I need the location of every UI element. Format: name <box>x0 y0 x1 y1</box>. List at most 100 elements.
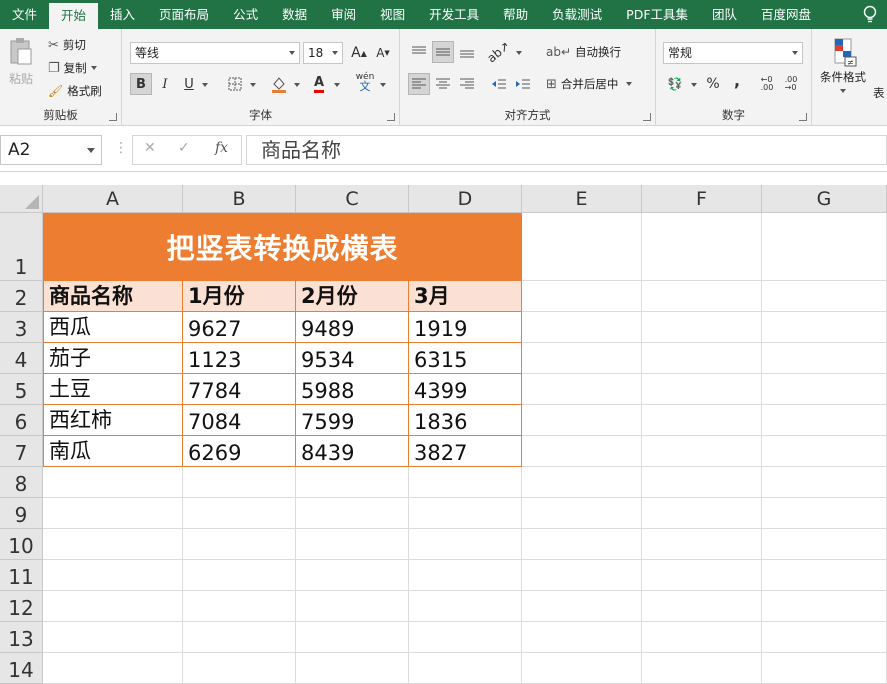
cell[interactable] <box>762 281 887 312</box>
cell[interactable] <box>642 281 762 312</box>
menu-tab-0[interactable]: 文件 <box>0 0 49 29</box>
table-data-cell[interactable]: 西红柿 <box>43 405 183 436</box>
table-header-cell[interactable]: 2月份 <box>296 281 409 312</box>
decrease-indent-button[interactable] <box>488 73 510 95</box>
font-color-dropdown-icon[interactable] <box>334 83 340 87</box>
drag-handle-icon[interactable]: ⋮ <box>114 140 128 156</box>
row-header-7[interactable]: 7 <box>0 436 43 467</box>
row-header-14[interactable]: 14 <box>0 653 43 684</box>
cell[interactable] <box>296 498 409 529</box>
cell[interactable] <box>762 343 887 374</box>
row-header-10[interactable]: 10 <box>0 529 43 560</box>
confirm-icon[interactable]: ✓ <box>178 140 190 156</box>
cell[interactable] <box>762 529 887 560</box>
table-header-cell[interactable]: 1月份 <box>183 281 296 312</box>
align-top-button[interactable] <box>408 41 430 63</box>
cell[interactable] <box>522 498 642 529</box>
cell[interactable] <box>183 653 296 684</box>
row-header-9[interactable]: 9 <box>0 498 43 529</box>
cell[interactable] <box>183 529 296 560</box>
wrap-text-button[interactable]: ab↵ 自动换行 <box>546 44 621 60</box>
format-painter-button[interactable]: 🖌 格式刷 <box>48 83 102 99</box>
row-header-4[interactable]: 4 <box>0 343 43 374</box>
cell[interactable] <box>522 653 642 684</box>
align-right-button[interactable] <box>456 73 478 95</box>
cell[interactable] <box>183 498 296 529</box>
conditional-format-button[interactable]: ≠ 条件格式 <box>820 37 866 93</box>
cell[interactable] <box>762 374 887 405</box>
cell[interactable] <box>642 436 762 467</box>
decrease-font-button[interactable]: A ▼ <box>372 42 394 64</box>
column-header-c[interactable]: C <box>296 185 409 213</box>
cell[interactable] <box>642 560 762 591</box>
cell[interactable] <box>642 498 762 529</box>
increase-font-button[interactable]: A ▲ <box>348 42 370 64</box>
row-header-6[interactable]: 6 <box>0 405 43 436</box>
table-data-cell[interactable]: 4399 <box>409 374 522 405</box>
phonetic-button[interactable]: wén 文 <box>354 71 376 93</box>
name-box[interactable]: A2 <box>0 135 102 165</box>
table-data-cell[interactable]: 7084 <box>183 405 296 436</box>
cell[interactable] <box>762 405 887 436</box>
cell[interactable] <box>522 374 642 405</box>
table-data-cell[interactable]: 南瓜 <box>43 436 183 467</box>
cell[interactable] <box>522 467 642 498</box>
cell[interactable] <box>642 467 762 498</box>
table-header-cell[interactable]: 商品名称 <box>43 281 183 312</box>
cell[interactable] <box>183 591 296 622</box>
align-bottom-button[interactable] <box>456 41 478 63</box>
cell[interactable] <box>642 405 762 436</box>
table-header-cell[interactable]: 3月 <box>409 281 522 312</box>
cell[interactable] <box>296 622 409 653</box>
row-header-2[interactable]: 2 <box>0 281 43 312</box>
cell[interactable] <box>762 591 887 622</box>
cell[interactable] <box>409 529 522 560</box>
table-data-cell[interactable]: 5988 <box>296 374 409 405</box>
italic-button[interactable]: I <box>154 73 176 95</box>
menu-tab-1[interactable]: 开始 <box>49 3 99 29</box>
cell[interactable] <box>296 467 409 498</box>
font-size-select[interactable]: 18 <box>303 42 343 64</box>
cell[interactable] <box>409 498 522 529</box>
cell[interactable] <box>183 467 296 498</box>
paste-button[interactable]: 粘贴 <box>8 37 34 87</box>
cell[interactable] <box>43 498 183 529</box>
underline-button[interactable]: U <box>178 73 200 95</box>
cancel-icon[interactable]: ✕ <box>144 140 156 156</box>
cell[interactable] <box>522 436 642 467</box>
table-data-cell[interactable]: 1919 <box>409 312 522 343</box>
phonetic-dropdown-icon[interactable] <box>380 83 386 87</box>
alignment-launcher-icon[interactable] <box>643 113 651 121</box>
menu-tab-6[interactable]: 审阅 <box>319 0 368 29</box>
menu-tab-5[interactable]: 数据 <box>270 0 319 29</box>
insert-function-icon[interactable]: fx <box>215 140 228 156</box>
cell[interactable] <box>409 653 522 684</box>
orientation-button[interactable]: ab↗ <box>485 39 513 66</box>
table-data-cell[interactable]: 6269 <box>183 436 296 467</box>
align-left-button[interactable] <box>408 73 430 95</box>
cell[interactable] <box>642 343 762 374</box>
table-data-cell[interactable]: 9489 <box>296 312 409 343</box>
cell[interactable] <box>296 529 409 560</box>
menu-tab-9[interactable]: 帮助 <box>491 0 540 29</box>
menu-tab-4[interactable]: 公式 <box>221 0 270 29</box>
menu-tab-12[interactable]: 团队 <box>700 0 749 29</box>
orientation-dropdown-icon[interactable] <box>516 51 522 55</box>
underline-dropdown-icon[interactable] <box>202 83 208 87</box>
table-title[interactable]: 把竖表转换成横表 <box>43 213 522 281</box>
table-data-cell[interactable]: 西瓜 <box>43 312 183 343</box>
menu-tab-8[interactable]: 开发工具 <box>417 0 491 29</box>
table-data-cell[interactable]: 7784 <box>183 374 296 405</box>
cell[interactable] <box>762 467 887 498</box>
cell[interactable] <box>762 312 887 343</box>
cell[interactable] <box>409 560 522 591</box>
cell[interactable] <box>409 622 522 653</box>
comma-button[interactable]: , <box>726 69 748 91</box>
font-launcher-icon[interactable] <box>387 113 395 121</box>
menu-tab-10[interactable]: 负载测试 <box>540 0 614 29</box>
column-header-a[interactable]: A <box>43 185 183 213</box>
cell[interactable] <box>762 560 887 591</box>
cell[interactable] <box>522 622 642 653</box>
table-data-cell[interactable]: 8439 <box>296 436 409 467</box>
row-header-3[interactable]: 3 <box>0 312 43 343</box>
